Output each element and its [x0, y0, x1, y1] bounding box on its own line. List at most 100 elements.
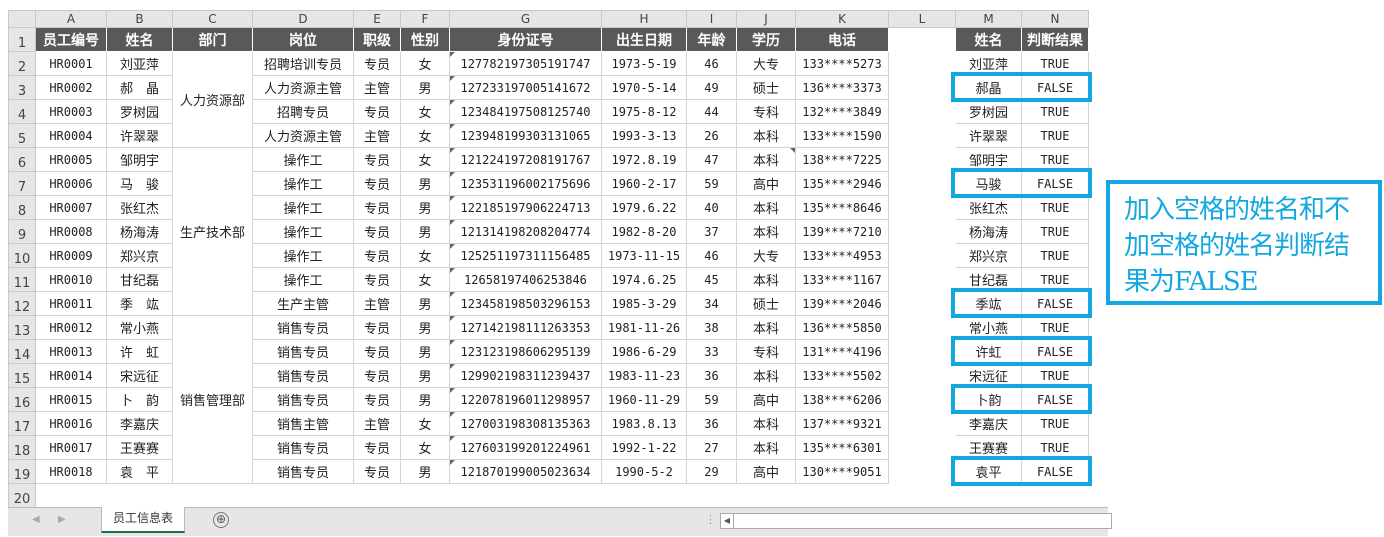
cell[interactable] [889, 100, 956, 124]
lookup-name-cell[interactable]: 季竑 [955, 291, 1022, 316]
header-cell[interactable]: 性别 [400, 27, 450, 52]
birth-cell[interactable]: 1960-11-29 [601, 387, 687, 412]
sex-cell[interactable]: 男 [400, 75, 450, 100]
age-cell[interactable]: 47 [686, 147, 737, 172]
column-header-a[interactable]: A [35, 10, 107, 28]
lookup-result-cell[interactable]: TRUE [1021, 51, 1089, 76]
column-header-l[interactable]: L [888, 10, 956, 28]
edu-cell[interactable]: 大专 [736, 51, 796, 76]
level-cell[interactable]: 专员 [353, 99, 401, 124]
id-cell[interactable]: HR0018 [35, 459, 107, 484]
idno-cell[interactable]: 123948199303131065 [449, 123, 602, 148]
row-header[interactable]: 17 [8, 411, 36, 436]
level-cell[interactable]: 专员 [353, 363, 401, 388]
phone-cell[interactable]: 136****3373 [795, 75, 889, 100]
edu-cell[interactable]: 专科 [736, 339, 796, 364]
lookup-result-cell[interactable]: TRUE [1021, 267, 1089, 292]
sex-cell[interactable]: 女 [400, 243, 450, 268]
lookup-result-cell[interactable]: FALSE [1021, 75, 1089, 100]
id-cell[interactable]: HR0011 [35, 291, 107, 316]
age-cell[interactable]: 59 [686, 387, 737, 412]
age-cell[interactable]: 29 [686, 459, 737, 484]
birth-cell[interactable]: 1975-8-12 [601, 99, 687, 124]
lookup-result-cell[interactable]: TRUE [1021, 99, 1089, 124]
phone-cell[interactable]: 137****9321 [795, 411, 889, 436]
idno-cell[interactable]: 127003198308135363 [449, 411, 602, 436]
sex-cell[interactable]: 男 [400, 459, 450, 484]
idno-cell[interactable]: 123531196002175696 [449, 171, 602, 196]
name-cell[interactable]: 袁 平 [106, 459, 173, 484]
id-cell[interactable]: HR0003 [35, 99, 107, 124]
row-header[interactable]: 8 [8, 195, 36, 220]
name-cell[interactable]: 王赛赛 [106, 435, 173, 460]
phone-cell[interactable]: 133****1590 [795, 123, 889, 148]
row-header[interactable]: 14 [8, 339, 36, 364]
add-sheet-icon[interactable]: ⊕ [213, 512, 229, 528]
level-cell[interactable]: 专员 [353, 435, 401, 460]
lookup-header-cell[interactable]: 判断结果 [1021, 27, 1089, 52]
phone-cell[interactable]: 132****3849 [795, 99, 889, 124]
cell[interactable] [889, 124, 956, 148]
pos-cell[interactable]: 操作工 [252, 219, 354, 244]
name-cell[interactable]: 许 虹 [106, 339, 173, 364]
cell[interactable] [889, 244, 956, 268]
row-header[interactable]: 7 [8, 171, 36, 196]
level-cell[interactable]: 专员 [353, 219, 401, 244]
level-cell[interactable]: 专员 [353, 171, 401, 196]
phone-cell[interactable]: 133****1167 [795, 267, 889, 292]
cell[interactable] [889, 52, 956, 76]
idno-cell[interactable]: 127782197305191747 [449, 51, 602, 76]
edu-cell[interactable]: 本科 [736, 267, 796, 292]
level-cell[interactable]: 专员 [353, 195, 401, 220]
birth-cell[interactable]: 1960-2-17 [601, 171, 687, 196]
name-cell[interactable]: 郑兴京 [106, 243, 173, 268]
sex-cell[interactable]: 女 [400, 147, 450, 172]
age-cell[interactable]: 45 [686, 267, 737, 292]
lookup-name-cell[interactable]: 马骏 [955, 171, 1022, 196]
pos-cell[interactable]: 操作工 [252, 171, 354, 196]
birth-cell[interactable]: 1986-6-29 [601, 339, 687, 364]
birth-cell[interactable]: 1992-1-22 [601, 435, 687, 460]
level-cell[interactable]: 专员 [353, 147, 401, 172]
idno-cell[interactable]: 129902198311239437 [449, 363, 602, 388]
lookup-result-cell[interactable]: FALSE [1021, 339, 1089, 364]
row-header[interactable]: 10 [8, 243, 36, 268]
phone-cell[interactable]: 133****5273 [795, 51, 889, 76]
next-sheet-icon[interactable]: ▶ [58, 514, 66, 525]
department-cell[interactable]: 人力资源部 [172, 51, 253, 148]
lookup-result-cell[interactable]: TRUE [1021, 195, 1089, 220]
lookup-result-cell[interactable]: TRUE [1021, 147, 1089, 172]
level-cell[interactable]: 专员 [353, 387, 401, 412]
pos-cell[interactable]: 招聘专员 [252, 99, 354, 124]
id-cell[interactable]: HR0012 [35, 315, 107, 340]
phone-cell[interactable]: 133****4953 [795, 243, 889, 268]
lookup-name-cell[interactable]: 刘亚萍 [955, 51, 1022, 76]
sheet-tab-employee-info[interactable]: 员工信息表 [101, 507, 185, 533]
lookup-result-cell[interactable]: TRUE [1021, 411, 1089, 436]
phone-cell[interactable]: 136****5850 [795, 315, 889, 340]
cell[interactable] [889, 292, 956, 316]
birth-cell[interactable]: 1983.8.13 [601, 411, 687, 436]
pos-cell[interactable]: 操作工 [252, 147, 354, 172]
lookup-header-cell[interactable]: 姓名 [955, 27, 1022, 52]
sex-cell[interactable]: 男 [400, 219, 450, 244]
pos-cell[interactable]: 销售专员 [252, 387, 354, 412]
row-header[interactable]: 6 [8, 147, 36, 172]
lookup-name-cell[interactable]: 杨海涛 [955, 219, 1022, 244]
age-cell[interactable]: 46 [686, 51, 737, 76]
horizontal-scrollbar[interactable]: ◀ [720, 513, 1112, 529]
id-cell[interactable]: HR0009 [35, 243, 107, 268]
level-cell[interactable]: 主管 [353, 123, 401, 148]
birth-cell[interactable]: 1972.8.19 [601, 147, 687, 172]
select-all-corner[interactable] [8, 10, 36, 28]
department-cell[interactable]: 生产技术部 [172, 147, 253, 316]
edu-cell[interactable]: 本科 [736, 195, 796, 220]
id-cell[interactable]: HR0016 [35, 411, 107, 436]
column-header-h[interactable]: H [601, 10, 687, 28]
edu-cell[interactable]: 本科 [736, 219, 796, 244]
sex-cell[interactable]: 男 [400, 195, 450, 220]
age-cell[interactable]: 38 [686, 315, 737, 340]
department-cell[interactable]: 销售管理部 [172, 315, 253, 484]
cell[interactable] [889, 28, 956, 52]
header-cell[interactable]: 出生日期 [601, 27, 687, 52]
